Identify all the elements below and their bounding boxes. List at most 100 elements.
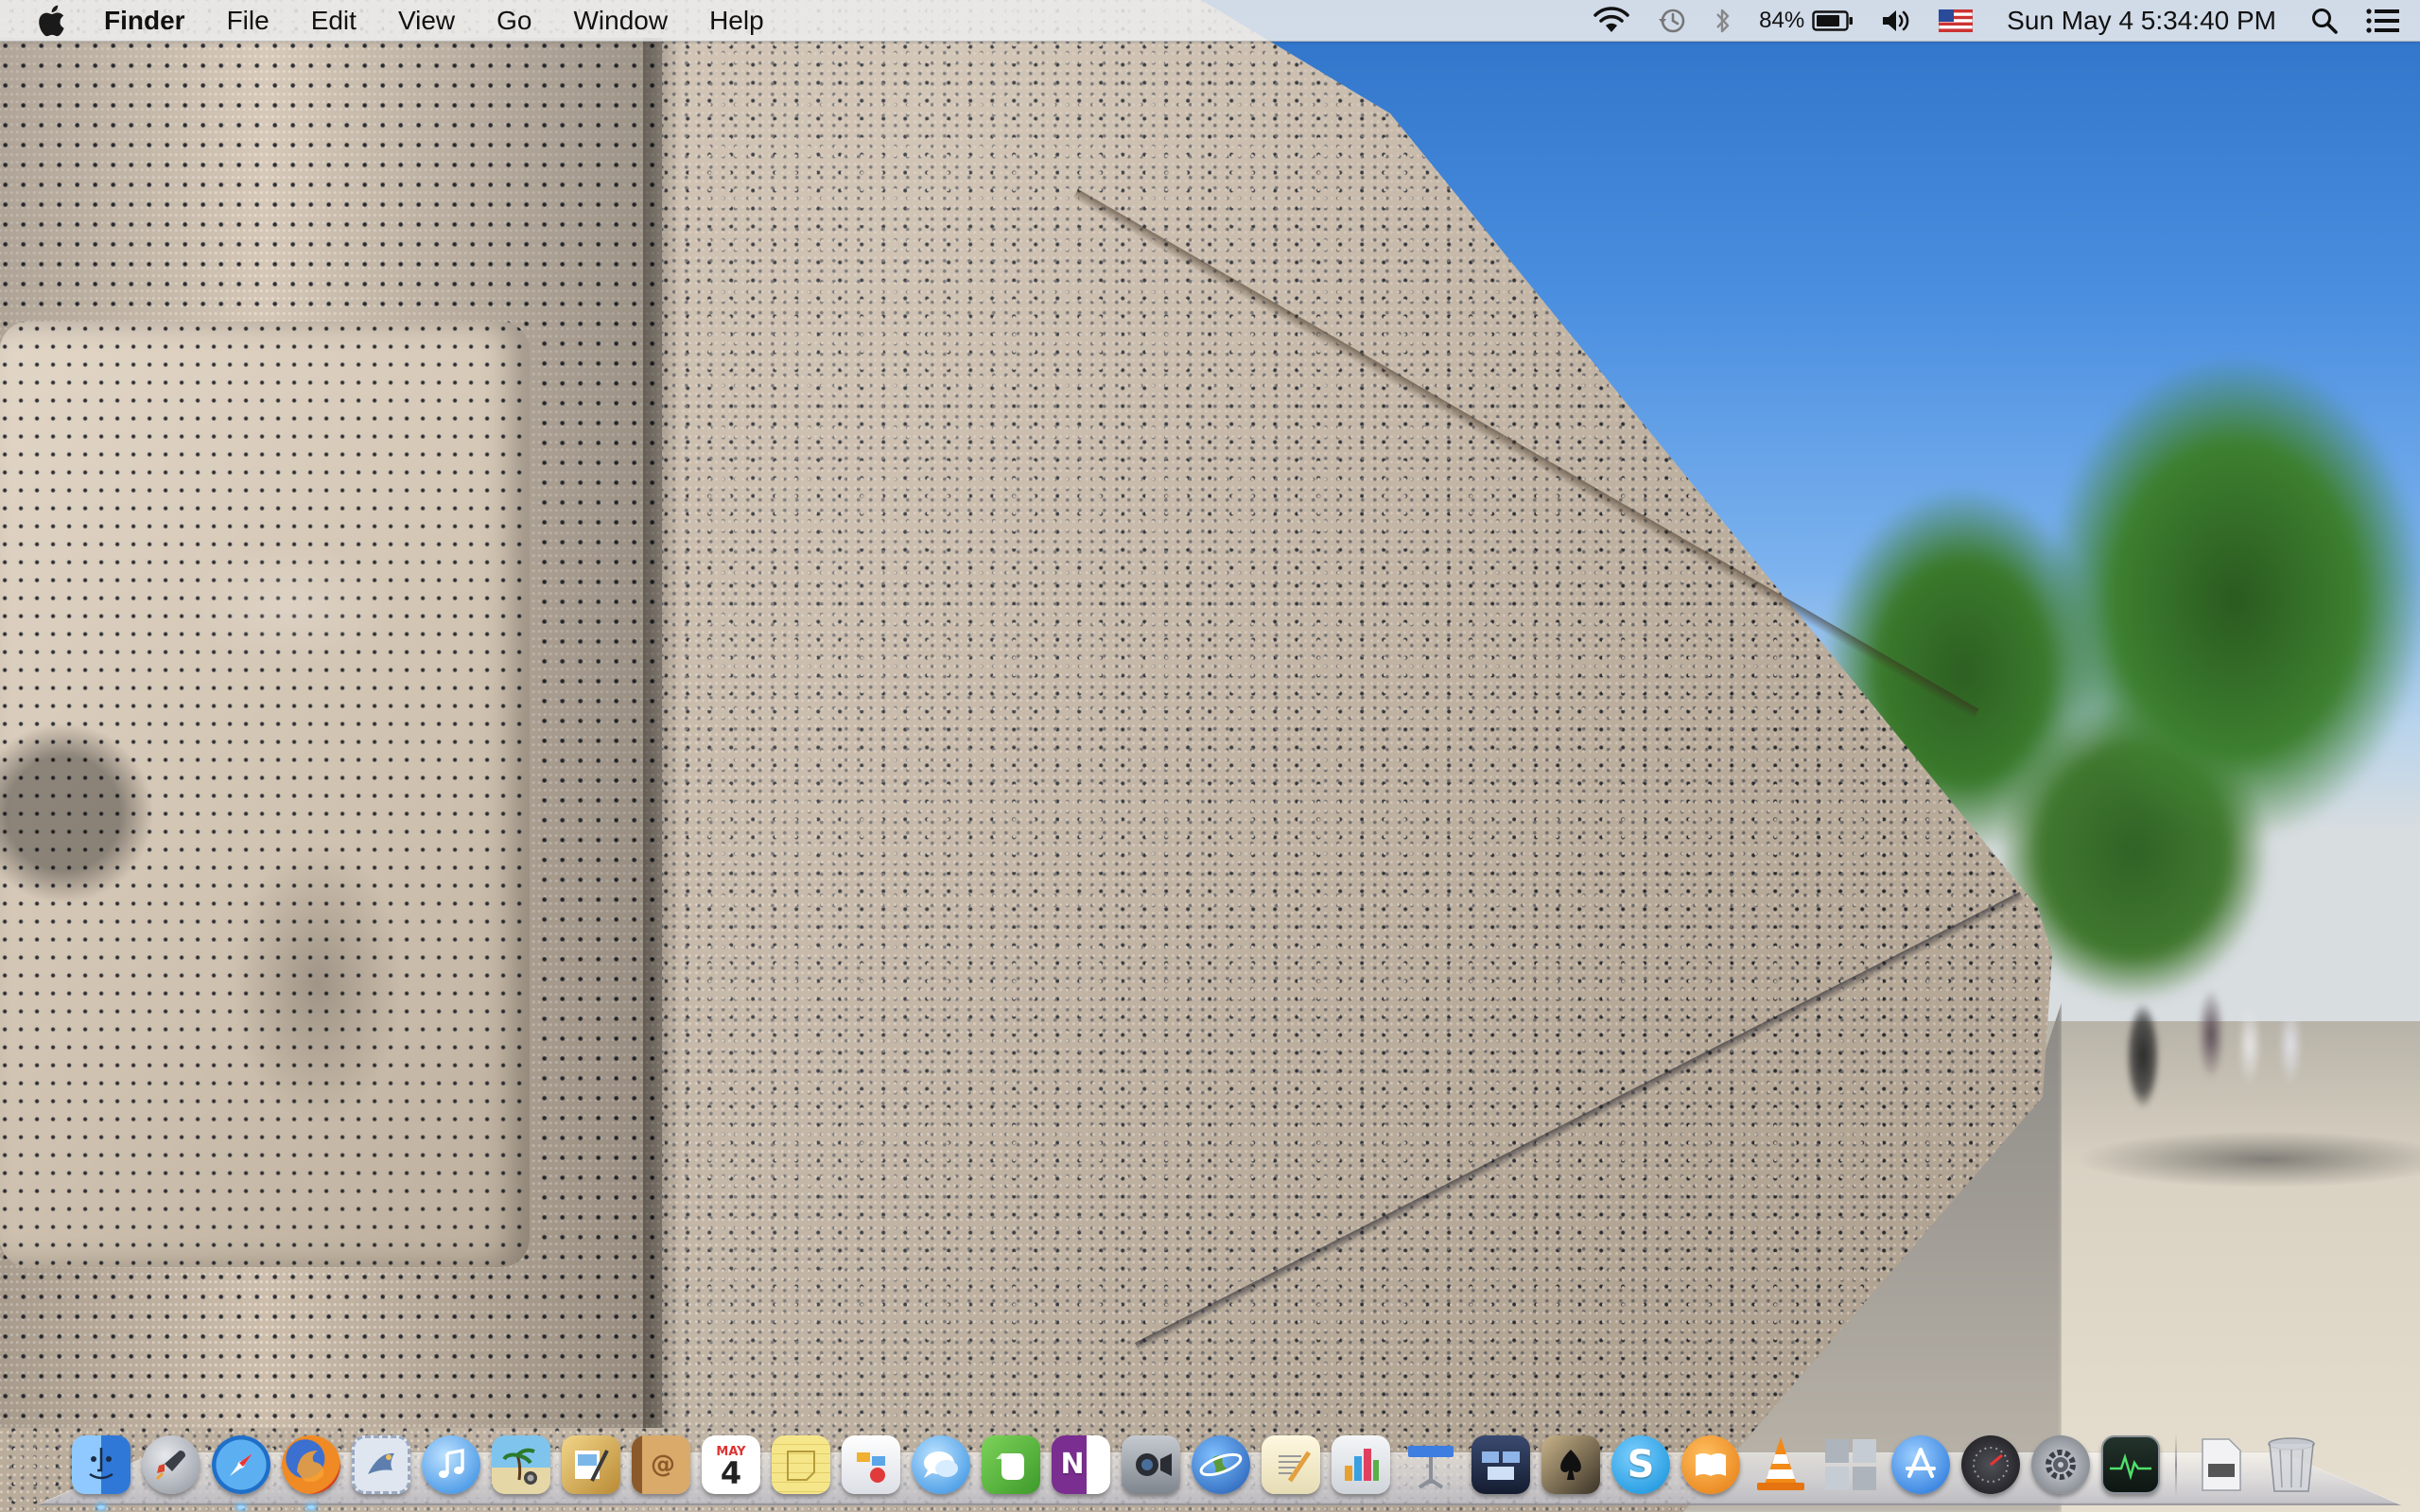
dock-itunes[interactable] (422, 1435, 480, 1494)
bluetooth-status[interactable] (1700, 0, 1746, 42)
dock-contacts[interactable]: @ (632, 1435, 690, 1494)
dock-documents-stack[interactable] (2192, 1435, 2251, 1494)
menu-window[interactable]: Window (552, 0, 688, 42)
dock-solitaire[interactable] (1541, 1435, 1600, 1494)
status-menu-area: 84% Sun May 4 5:34:40 PM (1579, 0, 2420, 42)
dock-app-store[interactable] (1891, 1435, 1950, 1494)
menu-edit[interactable]: Edit (290, 0, 377, 42)
wallpaper-stone-edge (643, 38, 681, 1428)
desktop[interactable]: Finder File Edit View Go Window Help 84%… (0, 0, 2420, 1512)
search-icon (2312, 9, 2338, 34)
battery-percent-label: 84% (1759, 8, 1805, 33)
traffic-cone-icon (1757, 1437, 1804, 1490)
menubar-clock[interactable]: Sun May 4 5:34:40 PM (1986, 0, 2297, 42)
camera-icon (1136, 1453, 1172, 1476)
globe-icon (1199, 1452, 1243, 1477)
spaces-grid-icon (1825, 1439, 1876, 1490)
presentation-icon (1408, 1446, 1454, 1489)
notes-icon (787, 1451, 815, 1481)
dock-mission-control[interactable] (1471, 1435, 1530, 1494)
dock-trash[interactable] (2262, 1435, 2321, 1494)
menu-go[interactable]: Go (476, 0, 552, 42)
bluetooth-icon (1716, 9, 1730, 33)
speaker-volume-icon (1883, 10, 1909, 31)
trash-icon (2268, 1437, 2315, 1492)
dock-mail-stamp[interactable] (352, 1435, 410, 1494)
dock-firefox[interactable] (282, 1435, 340, 1509)
dock-preview-graph[interactable] (842, 1435, 900, 1494)
gauge-icon (1973, 1447, 2009, 1483)
dock-activity-monitor[interactable] (2101, 1435, 2160, 1494)
chat-bubble-icon (924, 1451, 958, 1478)
dock-messages[interactable] (912, 1435, 970, 1494)
dock-keynote[interactable] (1402, 1435, 1460, 1494)
volume-status[interactable] (1867, 0, 1925, 42)
notification-center-button[interactable] (2352, 0, 2420, 42)
pen-paper-icon (1279, 1451, 1312, 1483)
menu-help[interactable]: Help (688, 0, 785, 42)
dock-textedit[interactable] (1262, 1435, 1320, 1494)
finder-icon (89, 1448, 113, 1480)
dock-calendar[interactable]: MAY 4 (702, 1435, 760, 1494)
wallpaper-carved-relief (0, 322, 530, 1267)
dock-system-preferences[interactable] (2031, 1435, 2090, 1494)
activity-monitor-icon (2110, 1452, 2151, 1481)
calendar-day-label: 4 (720, 1454, 742, 1491)
dock-separator (2175, 1434, 2177, 1496)
dock-finder[interactable] (72, 1435, 131, 1509)
preview-icon (575, 1450, 609, 1482)
battery-status[interactable]: 84% (1746, 0, 1867, 42)
evernote-icon (996, 1453, 1024, 1480)
dock-iphoto[interactable] (492, 1435, 550, 1494)
apple-logo-icon (39, 5, 64, 36)
address-book-icon: @ (651, 1451, 675, 1479)
gear-icon (2046, 1450, 2076, 1480)
dock-google-earth[interactable] (1192, 1435, 1250, 1494)
dock-spaces[interactable] (1821, 1435, 1880, 1494)
onenote-icon: N (1060, 1448, 1085, 1481)
dock-vlc[interactable] (1751, 1435, 1810, 1494)
dock-dashboard[interactable] (1961, 1435, 2020, 1494)
wifi-icon (1593, 7, 1629, 32)
running-indicator (237, 1505, 245, 1509)
document-icon (2202, 1438, 2241, 1491)
us-flag-icon (1939, 9, 1974, 32)
input-source-status[interactable] (1925, 0, 1986, 42)
spotlight-button[interactable] (2297, 0, 2352, 42)
app-store-icon (1906, 1448, 1936, 1478)
book-icon (1696, 1453, 1726, 1476)
dock-notes[interactable] (772, 1435, 830, 1494)
battery-icon (1812, 10, 1854, 31)
dock-safari[interactable] (212, 1435, 270, 1509)
menu-bar: Finder File Edit View Go Window Help 84%… (0, 0, 2420, 42)
dock-launchpad[interactable] (142, 1435, 200, 1494)
dock-ibooks[interactable] (1681, 1435, 1740, 1494)
stamp-icon (368, 1452, 394, 1474)
menu-app-finder[interactable]: Finder (104, 0, 206, 42)
compass-icon (230, 1453, 252, 1476)
graph-icon (857, 1452, 885, 1483)
mission-control-icon (1482, 1451, 1520, 1480)
list-icon (2366, 9, 2399, 33)
wallpaper-people (2109, 936, 2336, 1154)
time-machine-icon (1659, 9, 1685, 33)
running-indicator (97, 1505, 105, 1509)
dock-onenote[interactable]: N (1052, 1435, 1110, 1494)
firefox-icon (297, 1451, 324, 1483)
apple-menu[interactable] (34, 2, 68, 40)
dock-evernote[interactable] (982, 1435, 1040, 1494)
spade-card-icon (1560, 1450, 1581, 1480)
menu-view[interactable]: View (377, 0, 476, 42)
photo-icon (502, 1448, 537, 1485)
running-indicator (307, 1505, 315, 1509)
dock-skype[interactable]: S (1611, 1435, 1670, 1494)
music-note-icon (439, 1448, 464, 1478)
svg-text:@: @ (651, 1451, 675, 1479)
wifi-status[interactable] (1579, 0, 1644, 42)
dock-numbers[interactable] (1332, 1435, 1390, 1494)
time-machine-status[interactable] (1644, 0, 1700, 42)
dock-facetime[interactable] (1122, 1435, 1180, 1494)
menu-file[interactable]: File (206, 0, 290, 42)
dock-preview[interactable] (562, 1435, 620, 1494)
dock: @ MAY 4 N S (66, 1426, 2355, 1509)
